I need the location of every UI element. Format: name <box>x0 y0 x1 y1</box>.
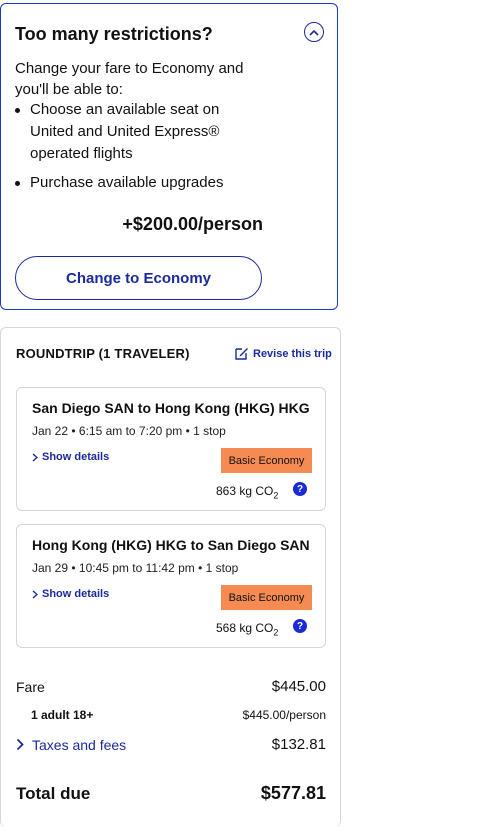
taxes-toggle[interactable]: Taxes and fees <box>16 737 126 753</box>
show-details-link[interactable]: Show details <box>32 451 109 463</box>
fare-row: Fare $445.00 <box>16 678 326 695</box>
show-details-label: Show details <box>42 588 110 600</box>
flight-times: Jan 22 • 6:15 am to 7:20 pm • 1 stop <box>32 424 226 438</box>
upsell-intro: Change your fare to Economy and you'll b… <box>15 60 244 98</box>
revise-trip-link[interactable]: Revise this trip <box>234 346 332 361</box>
flight-card-outbound: San Diego SAN to Hong Kong (HKG) HKG Jan… <box>16 387 326 511</box>
upgrade-price: +$200.00/person <box>122 214 263 234</box>
total-value: $577.81 <box>260 783 326 803</box>
flight-card-return: Hong Kong (HKG) HKG to San Diego SAN Jan… <box>16 524 326 648</box>
chevron-right-icon <box>32 589 38 599</box>
benefit-item: Choose an available seat on United and U… <box>15 99 265 165</box>
co2-help-button[interactable]: ? <box>293 619 307 633</box>
trip-summary-card: ROUNDTRIP (1 TRAVELER) Revise this trip … <box>0 327 341 827</box>
taxes-row: Taxes and fees $132.81 <box>16 736 326 753</box>
flight-route: Hong Kong (HKG) HKG to San Diego SAN <box>32 537 310 553</box>
co2-emissions: 568 kg CO2 <box>216 621 279 638</box>
flight-times: Jan 29 • 10:45 pm to 11:42 pm • 1 stop <box>32 561 239 575</box>
traveler-value: $445.00/person <box>242 708 326 722</box>
taxes-value: $132.81 <box>271 736 326 753</box>
chevron-up-icon <box>309 29 319 36</box>
question-icon: ? <box>296 620 304 632</box>
fare-class-badge: Basic Economy <box>221 585 312 610</box>
show-details-label: Show details <box>42 451 110 463</box>
traveler-row: 1 adult 18+ $445.00/person <box>16 708 326 722</box>
chevron-right-icon <box>32 452 38 462</box>
show-details-link[interactable]: Show details <box>32 588 109 600</box>
fare-label: Fare <box>16 678 45 695</box>
upsell-title: Too many restrictions? <box>15 24 213 44</box>
edit-icon <box>235 348 248 360</box>
traveler-label: 1 adult 18+ <box>31 708 94 722</box>
total-row: Total due $577.81 <box>16 783 326 804</box>
taxes-label: Taxes and fees <box>32 736 127 753</box>
trip-heading: ROUNDTRIP (1 TRAVELER) <box>16 346 190 361</box>
fare-class-badge: Basic Economy <box>221 448 312 473</box>
chevron-right-icon <box>16 738 24 751</box>
total-label: Total due <box>16 783 91 803</box>
co2-emissions: 863 kg CO2 <box>216 484 279 501</box>
flight-route: San Diego SAN to Hong Kong (HKG) HKG <box>32 400 310 416</box>
benefit-item: Purchase available upgrades <box>15 172 265 194</box>
question-icon: ? <box>296 483 304 495</box>
collapse-button[interactable] <box>304 22 324 42</box>
upsell-card: Too many restrictions? Change your fare … <box>0 3 338 310</box>
change-to-economy-button[interactable]: Change to Economy <box>15 256 262 300</box>
fare-value: $445.00 <box>271 678 326 695</box>
benefits-list: Choose an available seat on United and U… <box>15 99 265 201</box>
revise-trip-label: Revise this trip <box>253 347 332 360</box>
co2-help-button[interactable]: ? <box>293 482 307 496</box>
